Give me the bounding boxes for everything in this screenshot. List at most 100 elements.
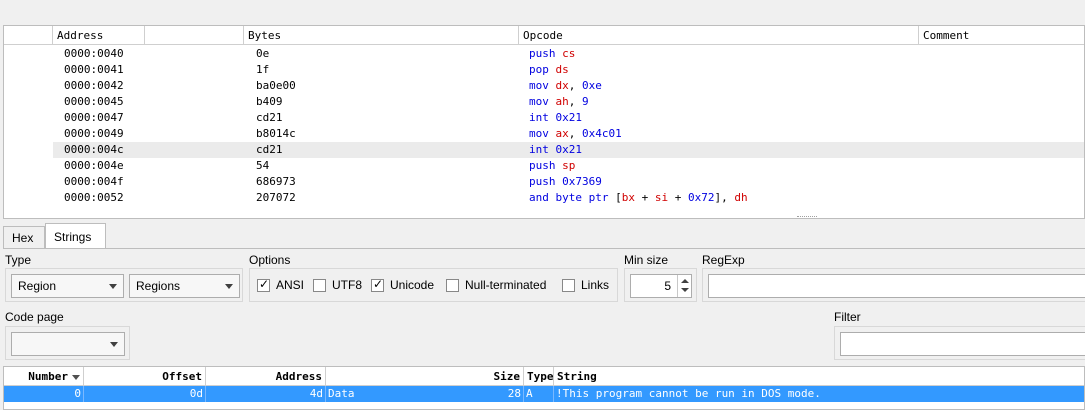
row-bytes: ba0e00 [256, 79, 296, 92]
opcode-token: , [568, 79, 582, 92]
column-header-bytes[interactable]: Bytes [244, 26, 519, 45]
unicode-checkbox-label: Unicode [390, 278, 435, 292]
null-terminated-checkbox[interactable]: Null-terminated [446, 278, 546, 292]
row-address: 0000:004c [64, 143, 124, 156]
row-address: 0000:0052 [64, 191, 124, 204]
row-bytes: cd21 [256, 143, 283, 156]
unicode-checkbox[interactable]: Unicode [371, 277, 435, 292]
utf8-checkbox-box[interactable] [313, 278, 326, 292]
row-address: 0000:0045 [64, 95, 124, 108]
column-header-size[interactable]: Size [326, 367, 524, 386]
min-size-group: 5 [624, 268, 697, 302]
tab-strings[interactable]: Strings [45, 223, 106, 249]
opcode-token [549, 127, 556, 140]
opcode-token: dh [734, 191, 748, 204]
disassembly-row[interactable]: 0000:004e 54 push sp [4, 158, 1084, 174]
opcode-token: , [568, 95, 582, 108]
column-header-type[interactable]: Type [524, 367, 554, 386]
type-group: Region Regions [5, 268, 243, 302]
row-opcode: int 0x21 [529, 110, 582, 126]
opcode-token: si [654, 191, 669, 204]
regexp-group [702, 268, 1085, 302]
regexp-input[interactable] [708, 274, 1085, 298]
sort-down-icon [72, 374, 80, 380]
column-header-number[interactable]: Number [4, 367, 84, 386]
column-header-comment[interactable]: Comment [919, 26, 1084, 45]
chevron-down-icon [110, 342, 118, 347]
disassembly-view[interactable]: Address Bytes Opcode Comment 0000:0040 0e… [3, 25, 1085, 219]
chevron-down-icon [225, 284, 233, 289]
cell-address: 4d [206, 386, 326, 402]
utf8-checkbox-label: UTF8 [332, 278, 362, 292]
opcode-token: mov [529, 79, 549, 92]
opcode-token: ds [555, 63, 569, 76]
regions-select[interactable]: Regions [129, 274, 240, 298]
opcode-token: cs [562, 47, 576, 60]
opcode-token: + [634, 191, 655, 204]
column-header-string[interactable]: String [554, 367, 1084, 386]
filter-input[interactable] [840, 332, 1085, 356]
row-bytes: 54 [256, 159, 270, 172]
tab-hex[interactable]: Hex [3, 226, 45, 249]
column-header-address[interactable]: Address [53, 26, 145, 45]
links-checkbox-box[interactable] [562, 278, 575, 292]
ansi-checkbox[interactable]: ANSI [257, 277, 305, 292]
code-page-group [5, 326, 130, 360]
utf8-checkbox[interactable]: UTF8 [313, 278, 362, 292]
type-select[interactable]: Region [11, 274, 124, 298]
links-checkbox-label: Links [581, 278, 610, 292]
cell-size: 28 [444, 386, 524, 402]
opcode-token: mov [529, 95, 549, 108]
column-header-offset[interactable]: Offset [84, 367, 206, 386]
min-size-spin-buttons[interactable] [677, 275, 691, 297]
disassembly-header: Address Bytes Opcode Comment [4, 26, 1084, 45]
row-bytes: b8014c [256, 127, 296, 140]
cell-type: A [524, 386, 554, 402]
options-label: Options [249, 253, 291, 267]
ansi-checkbox-box[interactable] [257, 277, 270, 292]
opcode-token: 0x4c01 [582, 127, 622, 140]
splitter-grip[interactable] [797, 216, 817, 218]
links-checkbox[interactable]: Links [562, 278, 609, 292]
row-bytes: 686973 [256, 175, 296, 188]
ansi-checkbox-label: ANSI [276, 278, 305, 292]
disassembly-row[interactable]: 0000:0052 207072 and byte ptr [bx + si + 0… [4, 190, 1084, 206]
code-page-label: Code page [5, 310, 64, 324]
opcode-token: and byte ptr [529, 191, 609, 204]
disassembly-row[interactable]: 0000:004f 686973 push 0x7369 [4, 174, 1084, 190]
disassembly-row[interactable]: 0000:0049 b8014c mov ax, 0x4c01 [4, 126, 1084, 142]
spin-up-icon[interactable] [681, 279, 689, 283]
disassembly-row[interactable]: 0000:0040 0e push cs [4, 46, 1084, 62]
null-terminated-checkbox-box[interactable] [446, 278, 459, 292]
disassembly-row[interactable]: 0000:0041 1f pop ds [4, 62, 1084, 78]
opcode-token: 9 [582, 95, 589, 108]
cell-offset: 0d [84, 386, 206, 402]
row-opcode: push cs [529, 46, 575, 62]
opcode-token: 0x21 [555, 143, 583, 156]
min-size-spinbox[interactable]: 5 [630, 274, 692, 298]
opcode-token: push [529, 175, 556, 188]
opcode-token: sp [562, 159, 576, 172]
disassembly-row[interactable]: 0000:004c cd21 int 0x21 [53, 142, 1084, 158]
disassembly-row[interactable]: 0000:0042 ba0e00 mov dx, 0xe [4, 78, 1084, 94]
spin-down-icon[interactable] [681, 288, 689, 292]
strings-results-table[interactable]: Number Offset Address Size Type String 0… [3, 366, 1085, 410]
regexp-label: RegExp [702, 253, 745, 267]
unicode-checkbox-box[interactable] [371, 277, 384, 292]
row-bytes: cd21 [256, 111, 283, 124]
opcode-token: push [529, 47, 556, 60]
column-header-address[interactable]: Address [206, 367, 326, 386]
row-address: 0000:004f [64, 175, 124, 188]
min-size-value: 5 [664, 279, 671, 293]
disassembly-row[interactable]: 0000:0047 cd21 int 0x21 [4, 110, 1084, 126]
code-page-select[interactable] [11, 332, 125, 356]
opcode-token: [ [608, 191, 622, 204]
min-size-label: Min size [624, 253, 669, 267]
disassembly-row[interactable]: 0000:0045 b409 mov ah, 9 [4, 94, 1084, 110]
row-opcode: mov ax, 0x4c01 [529, 126, 622, 142]
row-opcode: and byte ptr [bx + si + 0x72], dh [529, 190, 748, 206]
opcode-token: , [568, 127, 582, 140]
column-header-opcode[interactable]: Opcode [519, 26, 919, 45]
table-row[interactable]: 0 0d 4d Data 28 A !This program cannot b… [4, 386, 1084, 402]
opcode-token: ], [714, 191, 735, 204]
